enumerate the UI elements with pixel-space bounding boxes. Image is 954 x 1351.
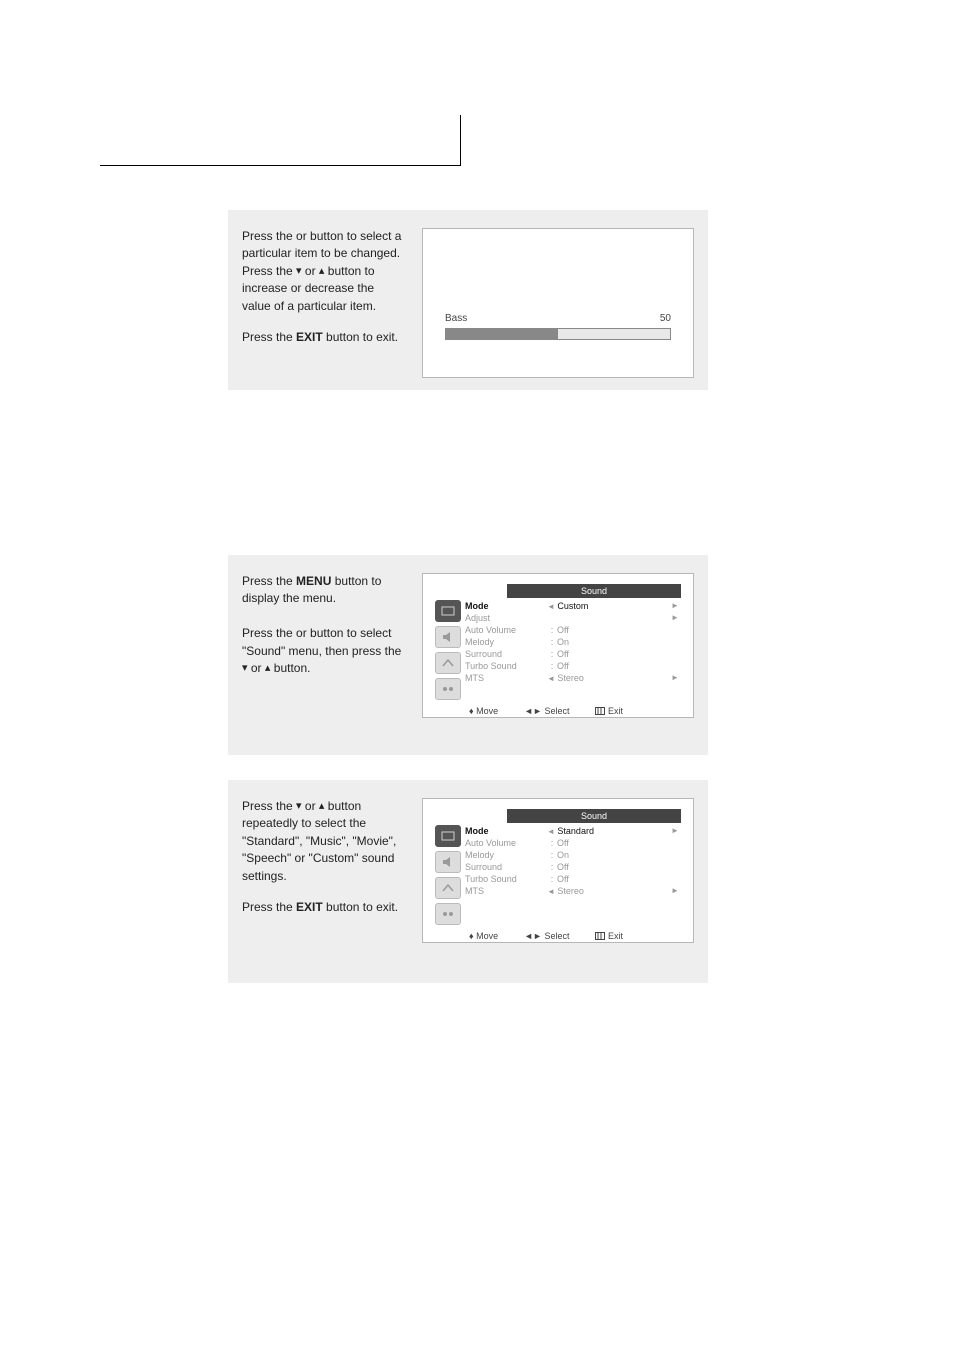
text: button to exit. [326,900,398,914]
step-row-1: Press the or button to select a particul… [228,210,708,390]
osd-list-1: Mode◄ Custom►Adjust►Auto Volume:OffMelod… [465,600,681,700]
setup-icon [435,903,461,925]
osd: Sound Mode◄ Standard►Auto Volume:OffMelo… [435,809,681,932]
osd-sidebar [435,825,459,925]
osd: Sound Mode◄ Custom►Adjust►Auto Volume:Of… [435,584,681,707]
sound-icon [435,626,461,648]
osd-item: Mode◄ Custom► [465,600,681,612]
sound-icon [435,851,461,873]
up-arrow-icon: ▴ [265,662,271,674]
text: Press the [242,900,296,914]
footer-move: ♦ Move [469,931,498,941]
title-box [100,115,461,166]
step-row-2: Press the MENU button to display the men… [228,555,708,755]
picture-icon [435,600,461,622]
footer-exit: Exit [595,706,623,716]
picture-icon [435,825,461,847]
footer-move: ♦ Move [469,706,498,716]
text: Press the [242,264,296,278]
channel-icon [435,877,461,899]
text: or [251,661,265,675]
text: or [296,626,310,640]
osd-item: Surround:Off [465,861,681,873]
osd-sidebar [435,600,459,700]
text: Press the [242,799,296,813]
osd-item: Melody:On [465,849,681,861]
osd-list-2: Mode◄ Standard►Auto Volume:OffMelody:OnS… [465,825,681,925]
footer-select: ◄► Select [524,931,569,941]
bass-slider-fill [446,329,558,339]
tv-screen-bass: Bass 50 [422,228,694,378]
text: or [296,229,310,243]
bass-value: 50 [660,313,671,324]
menu-bold: MENU [296,574,331,588]
down-arrow-icon: ▾ [242,662,248,674]
up-arrow-icon: ▴ [319,800,325,812]
screen-col: Bass 50 [422,228,694,372]
exit-bold: EXIT [296,330,323,344]
text: button. [274,661,311,675]
bass-label: Bass [445,313,467,324]
osd-item: Adjust► [465,612,681,624]
osd-item: Turbo Sound:Off [465,873,681,885]
footer-select: ◄► Select [524,706,569,716]
tv-screen-menu-1: Sound Mode◄ Custom►Adjust►Auto Volume:Of… [422,573,694,718]
osd-item: Turbo Sound:Off [465,660,681,672]
up-arrow-icon: ▴ [319,265,325,277]
step-row-3: Press the ▾ or ▴ button repeatedly to se… [228,780,708,983]
exit-text: Press the EXIT button to exit. [242,329,402,346]
page: Press the or button to select a particul… [0,0,954,1351]
text: or [305,264,319,278]
step-text-2: Press the MENU button to display the men… [242,573,402,737]
exit-text: Press the EXIT button to exit. [242,899,402,916]
screen-col: Sound Mode◄ Standard►Auto Volume:OffMelo… [422,798,694,965]
channel-icon [435,652,461,674]
down-arrow-icon: ▾ [296,265,302,277]
osd-item: MTS◄ Stereo► [465,885,681,897]
bass-row: Bass 50 [445,313,671,324]
footer-exit: Exit [595,931,623,941]
text: button to exit. [326,330,398,344]
osd-item: Auto Volume:Off [465,624,681,636]
text: Press the [242,229,296,243]
osd-body: Mode◄ Custom►Adjust►Auto Volume:OffMelod… [435,600,681,700]
osd-title: Sound [507,584,681,598]
osd-item: Surround:Off [465,648,681,660]
bass-slider [445,328,671,340]
osd-item: MTS◄ Stereo► [465,672,681,684]
osd-item: Auto Volume:Off [465,837,681,849]
osd-body: Mode◄ Standard►Auto Volume:OffMelody:OnS… [435,825,681,925]
bass-slider-box: Bass 50 [445,313,671,340]
down-arrow-icon: ▾ [296,800,302,812]
exit-bold: EXIT [296,900,323,914]
step-text-1: Press the or button to select a particul… [242,228,402,372]
text: Press the [242,574,296,588]
osd-item: Mode◄ Standard► [465,825,681,837]
step-text-3: Press the ▾ or ▴ button repeatedly to se… [242,798,402,965]
text: Press the [242,330,296,344]
osd-title: Sound [507,809,681,823]
osd-item: Melody:On [465,636,681,648]
osd-footer: ♦ Move ◄► Select Exit [435,925,681,941]
setup-icon [435,678,461,700]
screen-col: Sound Mode◄ Custom►Adjust►Auto Volume:Of… [422,573,694,737]
osd-footer: ♦ Move ◄► Select Exit [435,700,681,716]
tv-screen-menu-2: Sound Mode◄ Standard►Auto Volume:OffMelo… [422,798,694,943]
text: or [305,799,319,813]
text: Press the [242,626,296,640]
